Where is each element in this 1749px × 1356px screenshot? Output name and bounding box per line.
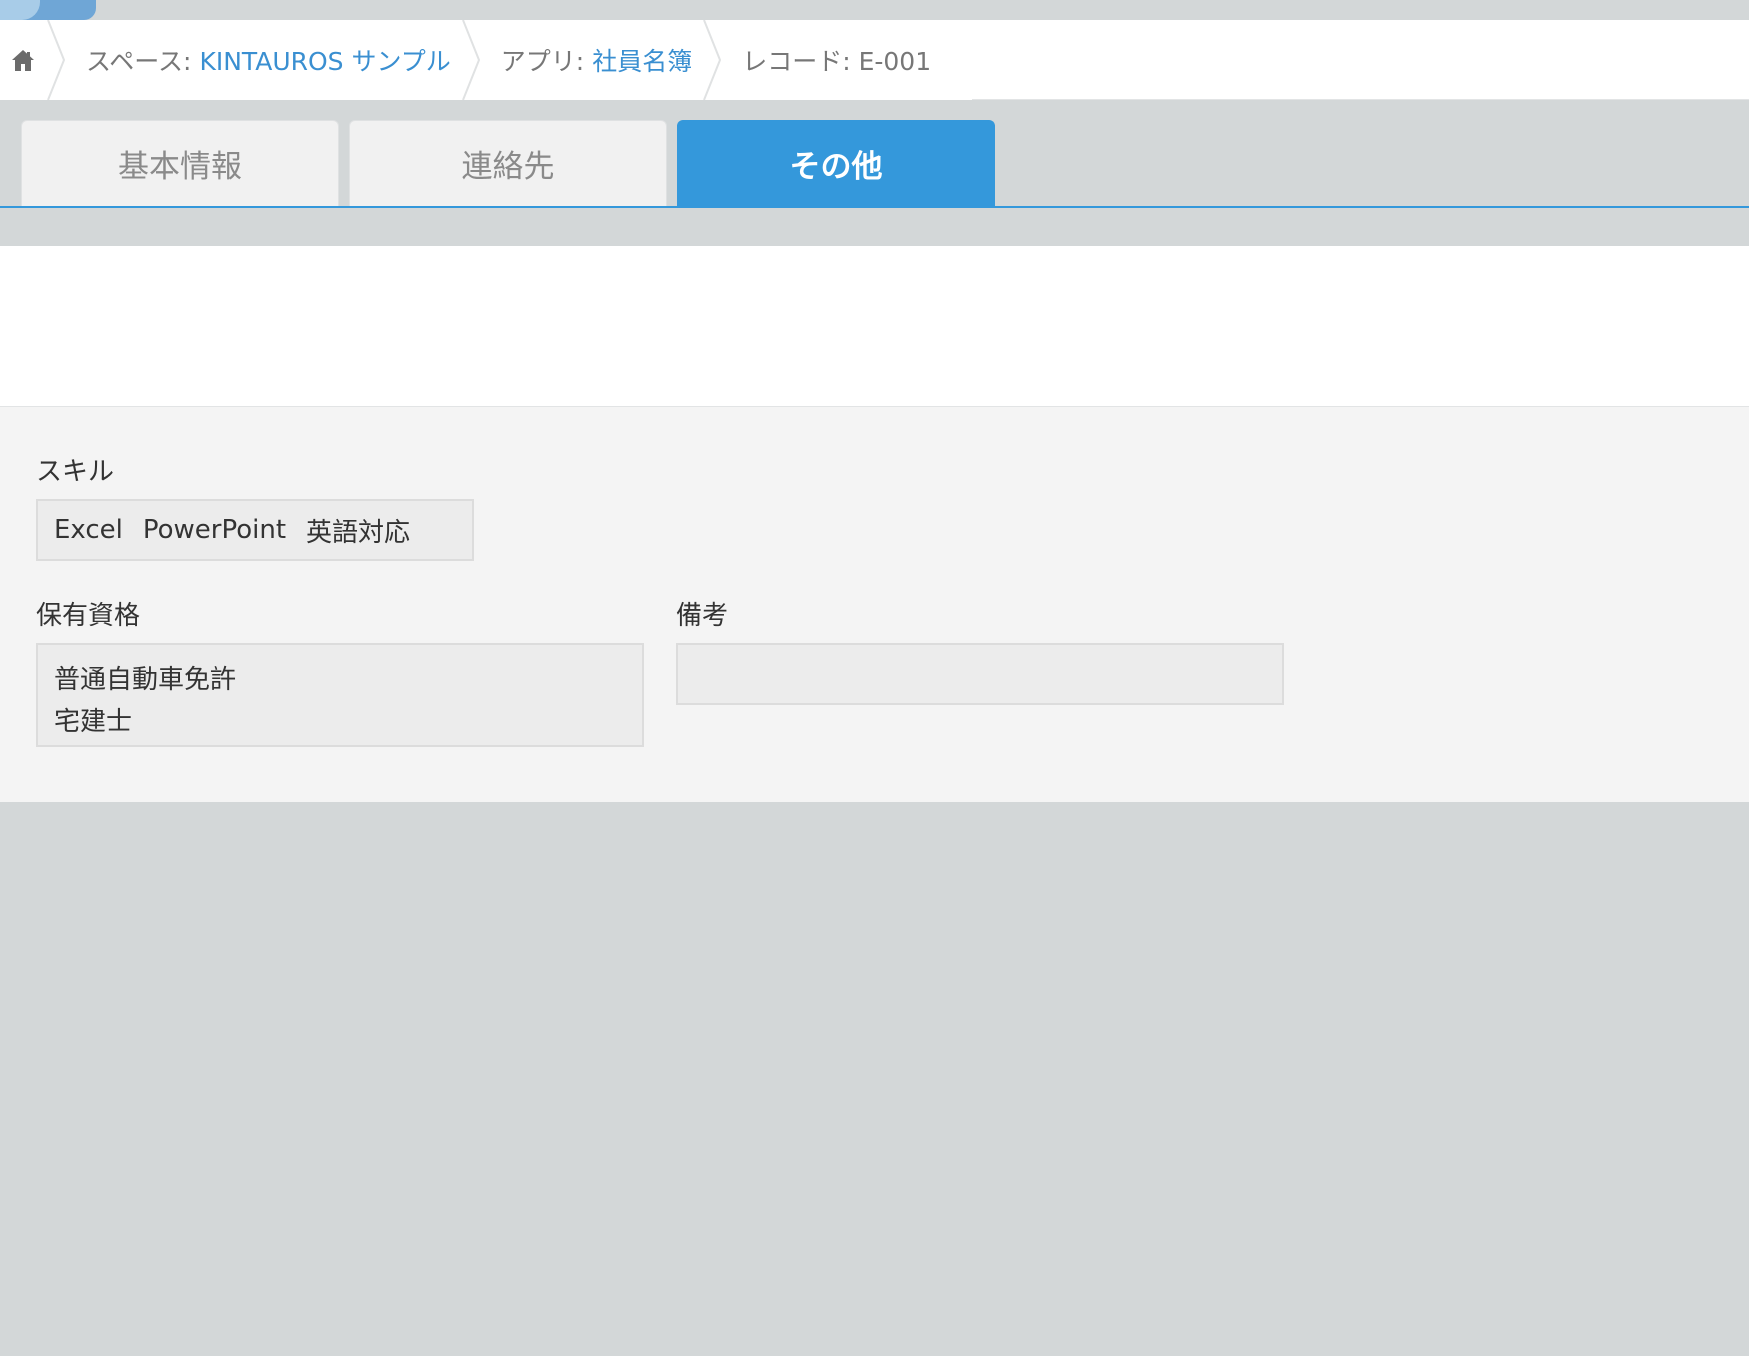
tab-basic-info[interactable]: 基本情報 [21, 120, 339, 206]
tab-other[interactable]: その他 [677, 120, 995, 206]
skill-value: PowerPoint [142, 515, 287, 545]
qualification-line: 宅建士 [54, 707, 133, 737]
breadcrumb-app-link[interactable]: 社員名簿 [592, 42, 692, 78]
notes-value [678, 645, 1282, 703]
breadcrumb-chevron-icon [702, 20, 730, 100]
tab-bar: 基本情報 連絡先 その他 [0, 100, 1749, 208]
home-icon[interactable] [0, 20, 46, 100]
tab-content-spacer [0, 208, 1749, 246]
qualification-line: 普通自動車免許 [54, 665, 237, 695]
qualifications-field: 普通自動車免許 宅建士 [36, 643, 644, 747]
home-icon-glyph [12, 50, 34, 71]
skills-label: スキル [36, 457, 115, 487]
notes-label: 備考 [676, 601, 729, 631]
skills-values: Excel PowerPoint 英語対応 [38, 501, 472, 559]
qualifications-values: 普通自動車免許 宅建士 [38, 645, 642, 757]
breadcrumb-chevron-icon [461, 20, 489, 100]
fields-panel: スキル Excel PowerPoint 英語対応 保有資格 普通自動車免許 宅… [0, 407, 1749, 802]
breadcrumb-chevron-icon [46, 20, 74, 100]
app-logo-tab[interactable] [0, 0, 96, 20]
breadcrumb-background-right [972, 20, 1749, 100]
breadcrumb-app[interactable]: アプリ: 社員名簿 [489, 20, 702, 100]
breadcrumb-record-label: レコード: E-001 [742, 47, 932, 76]
notes-field [676, 643, 1284, 705]
qualifications-label: 保有資格 [36, 601, 141, 631]
breadcrumb-app-prefix: アプリ: [500, 47, 585, 76]
breadcrumb-record: レコード: E-001 [730, 20, 941, 100]
breadcrumb-space-prefix: スペース: [86, 47, 192, 76]
breadcrumb: スペース: KINTAUROS サンプル アプリ: 社員名簿 レコード: E-0… [0, 20, 1749, 100]
breadcrumb-space-link[interactable]: KINTAUROS サンプル [199, 42, 450, 78]
skill-value: 英語対応 [306, 517, 411, 548]
tab-contact[interactable]: 連絡先 [349, 120, 667, 206]
record-header-area [0, 246, 1749, 407]
breadcrumb-items: スペース: KINTAUROS サンプル アプリ: 社員名簿 レコード: E-0… [0, 20, 941, 100]
breadcrumb-space[interactable]: スペース: KINTAUROS サンプル [74, 20, 461, 100]
top-strip [0, 0, 1749, 20]
skills-field: Excel PowerPoint 英語対応 [36, 499, 474, 561]
skill-value: Excel [54, 515, 123, 545]
